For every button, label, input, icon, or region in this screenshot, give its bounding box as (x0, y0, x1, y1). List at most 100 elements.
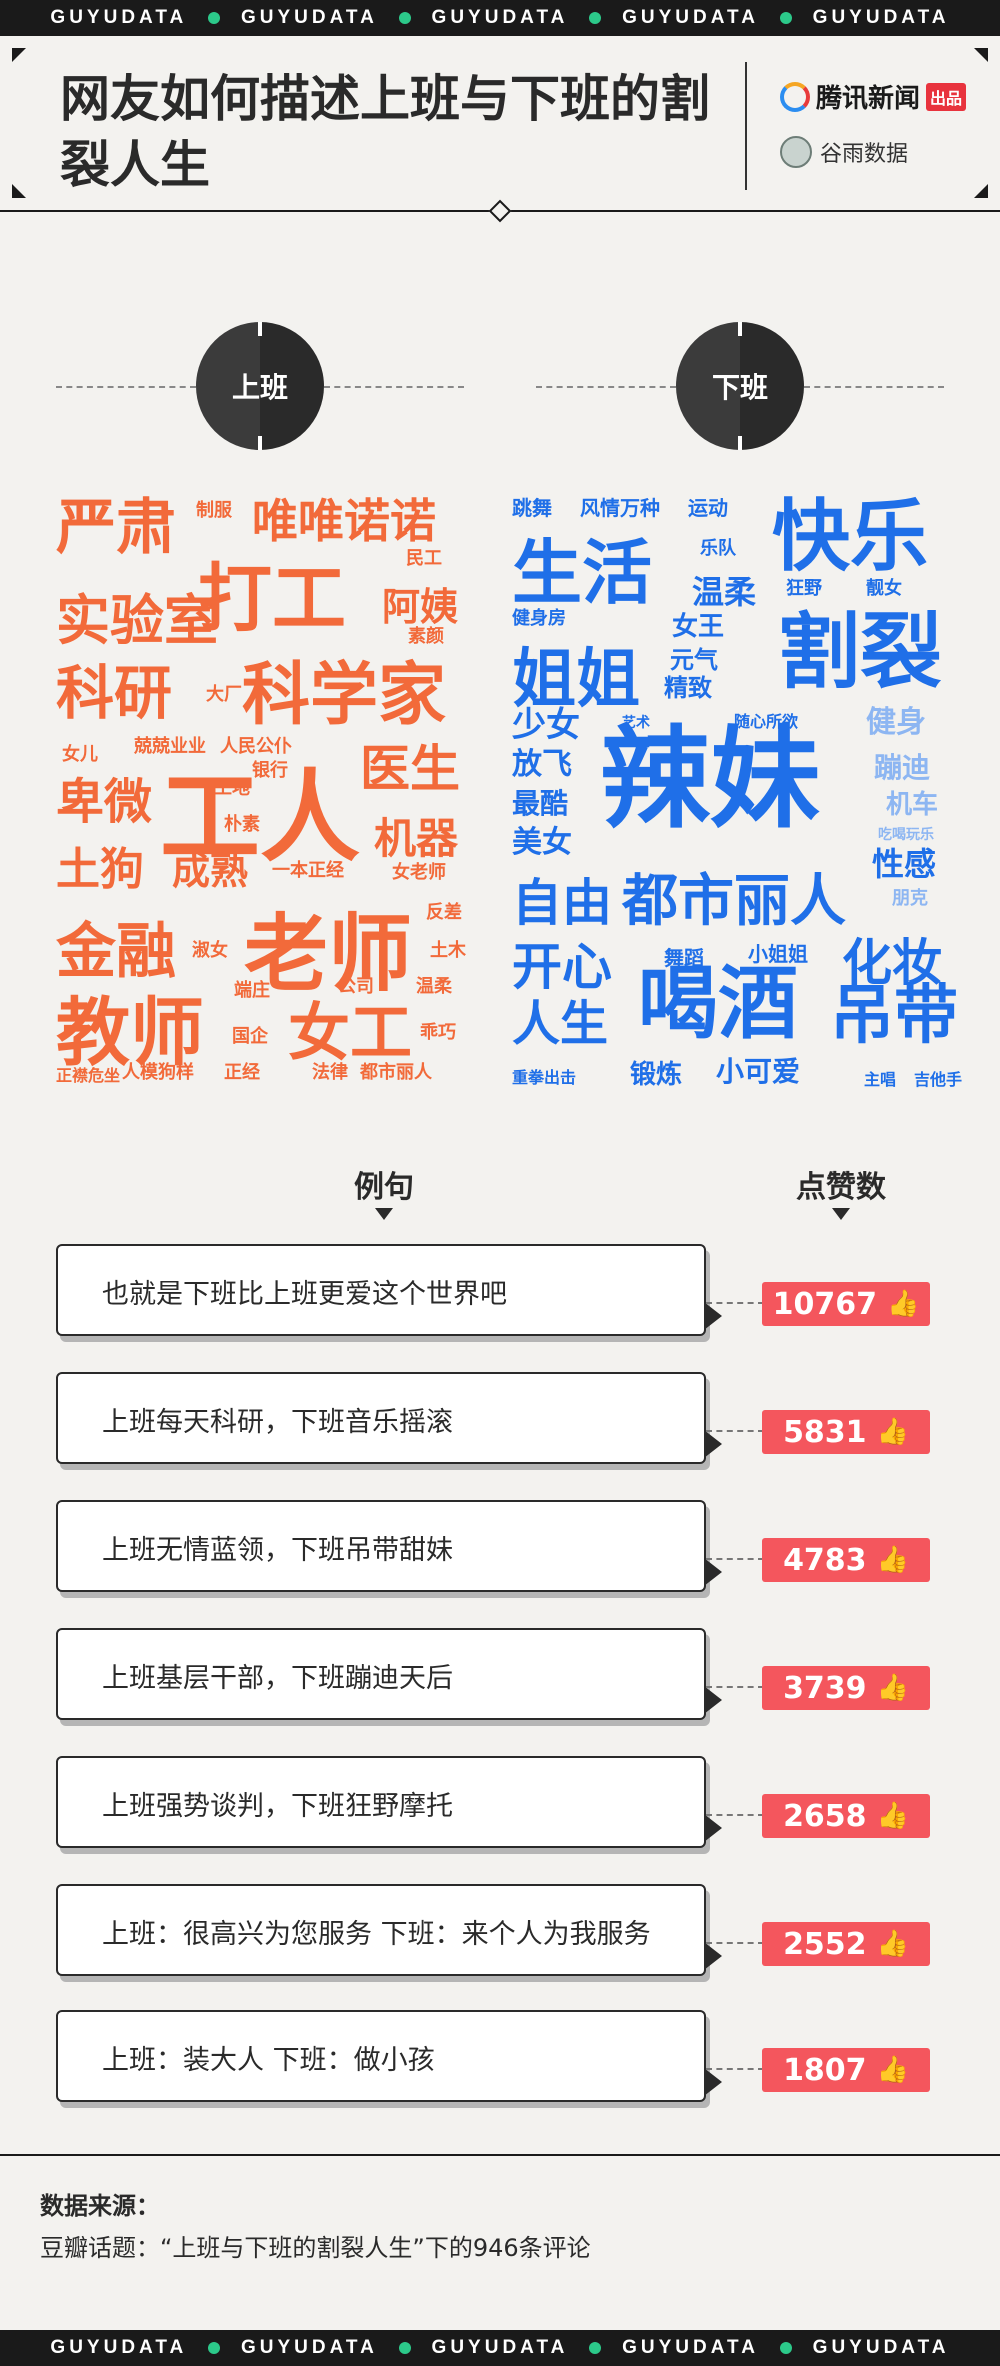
word-cloud-word: 土狗 (56, 844, 144, 895)
example-heading: 例句 (354, 1162, 414, 1220)
quote-row: 上班：很高兴为您服务 下班：来个人为我服务 2552 👍 (0, 1884, 1000, 1980)
word-cloud-word: 机车 (886, 790, 939, 820)
thumbs-up-icon: 👍 (876, 1673, 909, 1703)
guyu-leaf-icon (780, 136, 812, 168)
ticker-dot (208, 2342, 221, 2354)
word-cloud-word: 辣妹 (600, 715, 820, 843)
dashed-connector (706, 1942, 764, 1944)
word-cloud-word: 正襟危坐 (56, 1066, 121, 1085)
ticker-text: GUYUDATA (50, 2337, 188, 2358)
word-cloud-word: 风情万种 (580, 496, 660, 520)
word-cloud-word: 快乐 (772, 492, 929, 582)
on-duty-word-cloud: 严肃 制服 唯唯诺诺 民工 实验室 打工 阿姨 素颜 科研 大厂 科学家 女儿 兢兢业业 人民公仆 银行 卑微… (56, 498, 476, 1118)
ticker-text: GUYUDATA (50, 7, 188, 28)
likes-count: 5831 👍 (762, 1410, 930, 1454)
thumbs-up-icon: 👍 (876, 1929, 909, 1959)
source-text: 豆瓣话题：“上班与下班的割裂人生”下的946条评论 (40, 2234, 591, 2262)
on-duty-label: 上班 (231, 371, 288, 404)
dashed-connector (706, 1814, 764, 1816)
word-cloud-word: 精致 (664, 674, 712, 702)
ticker-text: GUYUDATA (622, 2337, 759, 2358)
likes-count: 2552 👍 (762, 1922, 930, 1966)
dashed-connector (706, 1686, 764, 1688)
word-cloud-word: 人生 (512, 996, 609, 1052)
quote-bubble: 上班基层干部，下班蹦迪天后 (56, 1628, 722, 1720)
ticker-text: GUYUDATA (240, 7, 378, 28)
quote-row: 上班：装大人 下班：做小孩 1807 👍 (0, 2010, 1000, 2106)
word-cloud-word: 放飞 (512, 747, 572, 782)
word-cloud-word: 制服 (196, 500, 232, 521)
word-cloud-word: 人模狗样 (122, 1062, 194, 1083)
likes-count: 3739 👍 (762, 1666, 930, 1710)
word-cloud-word: 最酷 (512, 787, 569, 820)
top-ticker-bar: GUYUDATA GUYUDATA GUYUDATA GUYUDATA GUYU… (0, 0, 1000, 36)
header-divider (745, 62, 747, 190)
quote-bubble: 上班无情蓝领，下班吊带甜妹 (56, 1500, 722, 1592)
word-cloud-word: 重拳出击 (512, 1068, 577, 1087)
word-cloud-word: 女工 (288, 996, 413, 1069)
word-cloud-word: 金融 (56, 917, 176, 987)
word-cloud-word: 主唱 (864, 1070, 897, 1089)
word-cloud-word: 跳舞 (512, 496, 552, 520)
word-cloud-word: 吉他手 (914, 1070, 963, 1089)
word-cloud-word: 靓女 (866, 578, 902, 599)
header: 网友如何描述上班与下班的割裂人生 腾讯新闻 出品 谷雨数据 (0, 36, 1000, 212)
word-cloud-word: 严肃 (56, 493, 176, 563)
word-cloud-word: 运动 (688, 496, 728, 520)
word-cloud-word: 都市丽人 (360, 1062, 432, 1083)
thumbs-up-icon: 👍 (876, 1545, 909, 1575)
likes-number: 5831 (783, 1414, 867, 1450)
word-cloud-word: 小可爱 (716, 1055, 801, 1088)
word-cloud-word: 机器 (374, 814, 459, 863)
word-cloud-word: 卑微 (56, 774, 153, 830)
off-duty-word-cloud: 跳舞 风情万种 运动 快乐 生活 乐队 温柔 狂野 靓女 健身房 女王 割裂 姐姐 元气 精致 少女 艺术 随心所… (512, 492, 962, 1118)
word-cloud-word: 生活 (512, 532, 652, 614)
likes-number: 2552 (783, 1926, 867, 1962)
word-cloud-word: 科学家 (242, 656, 447, 735)
quote-bubble: 上班每天科研，下班音乐摇滚 (56, 1372, 722, 1464)
ticker-dot (208, 12, 221, 24)
word-cloud-word: 少女 (512, 705, 580, 745)
word-cloud-word: 唯唯诺诺 (252, 494, 436, 548)
word-cloud-word: 正经 (224, 1062, 260, 1083)
ticker-dot (398, 2342, 411, 2354)
word-cloud-word: 实验室 (56, 589, 218, 652)
word-cloud-word: 女老师 (392, 862, 446, 883)
ticker-text: GUYUDATA (240, 2337, 378, 2358)
word-cloud-word: 人民公仆 (220, 736, 292, 757)
word-cloud-word: 性感 (872, 845, 937, 883)
word-cloud-word: 女王 (672, 612, 725, 642)
word-cloud-word: 国企 (232, 1026, 268, 1047)
tencent-news-name: 腾讯新闻 (816, 84, 921, 114)
down-triangle-icon (375, 1208, 393, 1220)
likes-count: 10767 👍 (762, 1282, 930, 1326)
quote-bubble: 也就是下班比上班更爱这个世界吧 (56, 1244, 722, 1336)
quote-row: 上班基层干部，下班蹦迪天后 3739 👍 (0, 1628, 1000, 1724)
off-duty-label: 下班 (711, 371, 768, 404)
likes-number: 4783 (783, 1542, 867, 1578)
word-cloud-word: 都市丽人 (622, 869, 846, 934)
word-cloud-word: 淑女 (192, 940, 228, 961)
word-cloud-word: 姐姐 (512, 643, 640, 717)
corner-mark (12, 184, 26, 198)
ticker-dot (398, 12, 411, 24)
word-cloud-word: 自由 (512, 874, 612, 932)
infographic-panel: 网友如何描述上班与下班的割裂人生 腾讯新闻 出品 谷雨数据 上班 下班 严肃 制服… (0, 36, 1000, 2330)
word-cloud-word: 阿姨 (382, 585, 459, 629)
corner-mark (12, 48, 26, 62)
thumbs-up-icon: 👍 (876, 1417, 909, 1447)
quote-bubble: 上班强势谈判，下班狂野摩托 (56, 1756, 722, 1848)
likes-count: 1807 👍 (762, 2048, 930, 2092)
produced-badge: 出品 (926, 82, 967, 111)
likes-number: 10767 (772, 1286, 877, 1322)
dashed-line (56, 386, 196, 388)
likes-label: 点赞数 (796, 1170, 886, 1205)
word-cloud-word: 开心 (512, 938, 612, 996)
source-title: 数据来源： (40, 2192, 160, 2220)
word-cloud-word: 温柔 (692, 573, 757, 611)
tencent-news-logo: 腾讯新闻 出品 (780, 78, 967, 115)
word-cloud-word: 温柔 (416, 976, 452, 997)
word-cloud-word: 健身房 (512, 608, 566, 629)
quote-row: 上班每天科研，下班音乐摇滚 5831 👍 (0, 1372, 1000, 1468)
word-cloud-word: 锻炼 (630, 1060, 683, 1090)
